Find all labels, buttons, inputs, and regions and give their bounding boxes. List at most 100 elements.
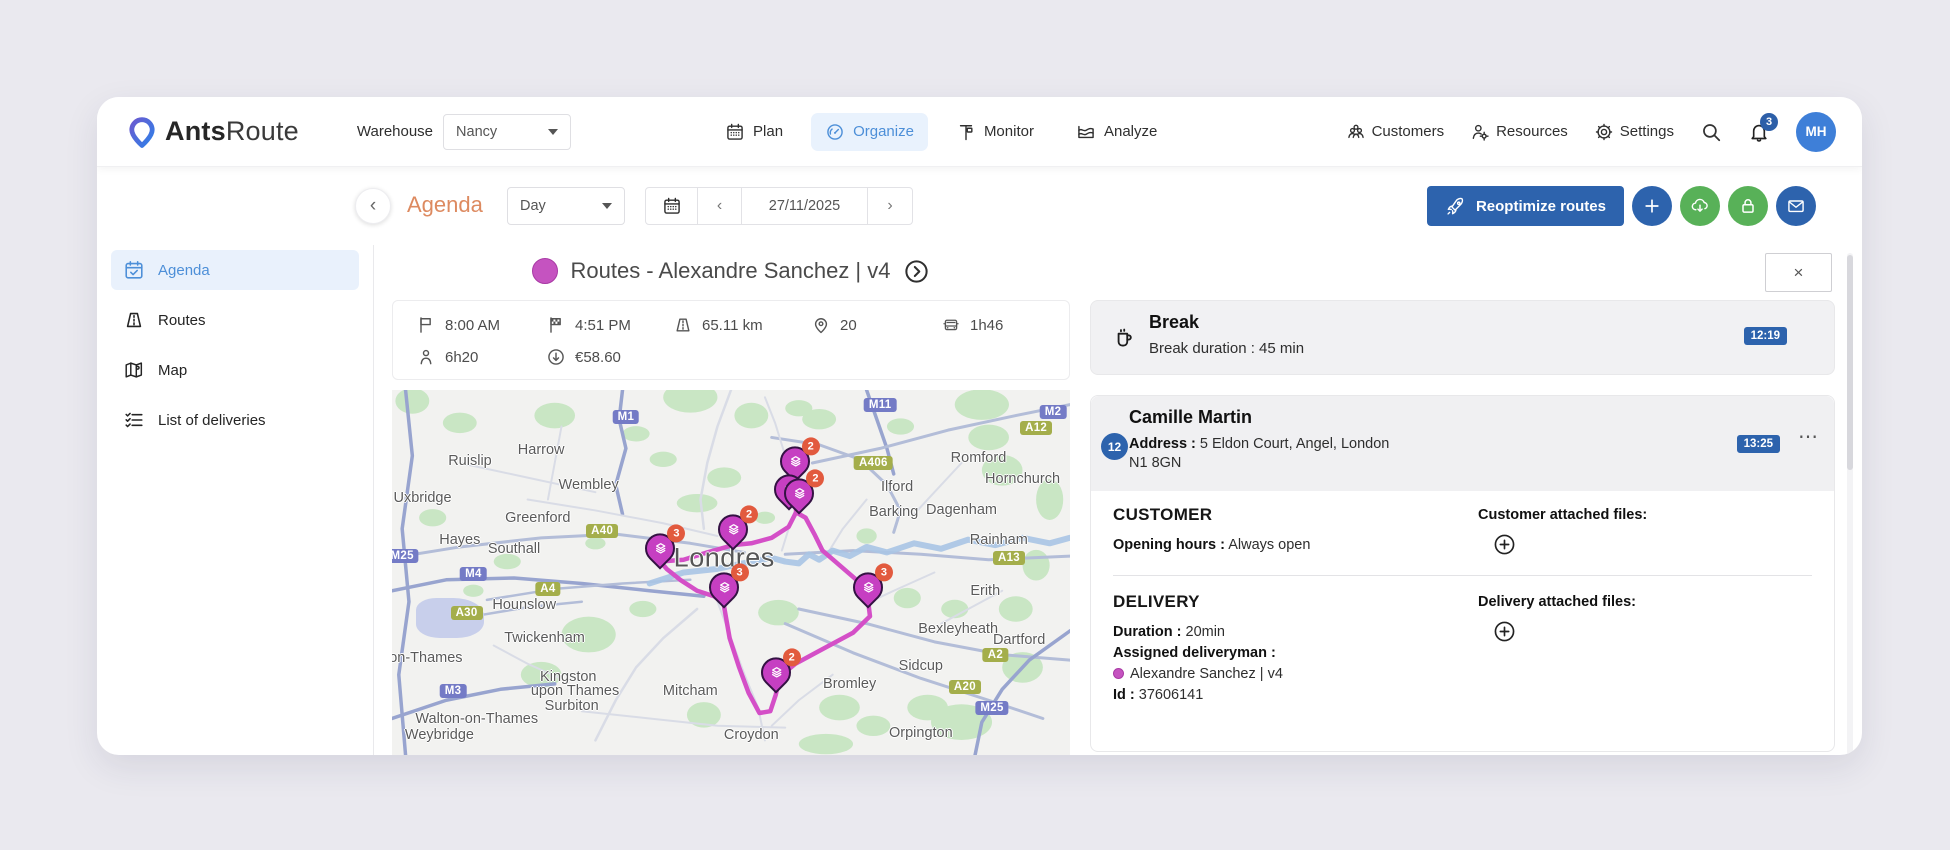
stop-card-header[interactable]: 12 Camille Martin Address : 5 Eldon Cour…	[1091, 396, 1834, 491]
navlink-settings[interactable]: Settings	[1594, 122, 1674, 142]
map-pin-3[interactable]: 2	[778, 468, 825, 515]
sidebar-divider	[373, 167, 374, 755]
stat-value: 1h46	[970, 316, 1004, 334]
person-icon	[416, 347, 436, 367]
map-label-barking: Barking	[869, 504, 919, 521]
road-icon	[673, 315, 693, 335]
sidebar-item-routes[interactable]: Routes	[111, 300, 359, 340]
route-color-dot	[1113, 668, 1124, 679]
chevron-down-icon	[548, 128, 559, 135]
next-day-button[interactable]: ›	[868, 188, 912, 224]
road-icon	[123, 309, 145, 331]
customer-heading: CUSTOMER	[1113, 505, 1213, 524]
sidebar-item-label: Agenda	[158, 261, 210, 279]
sidebar-item-label: Map	[158, 361, 188, 379]
map-label-erith: Erith	[970, 582, 1001, 599]
sidebar-item-map[interactable]: Map	[111, 350, 359, 390]
add-file-icon[interactable]	[1492, 619, 1517, 644]
prev-day-button[interactable]: ‹	[698, 188, 742, 224]
tab-monitor[interactable]: Monitor	[942, 113, 1048, 151]
calendar-picker-button[interactable]	[646, 188, 698, 224]
section-divider	[1113, 575, 1812, 576]
current-date[interactable]: 27/11/2025	[742, 188, 868, 224]
tab-label: Analyze	[1103, 123, 1158, 140]
tab-plan[interactable]: Plan	[711, 113, 797, 151]
map-icon	[123, 359, 145, 381]
chevron-down-icon	[602, 203, 612, 209]
brand-logo[interactable]: AntsRoute	[125, 115, 299, 149]
warehouse-value: Nancy	[456, 123, 498, 140]
view-select[interactable]: Day	[507, 187, 625, 225]
map-pin-6[interactable]: 3	[702, 563, 749, 610]
stat-value: 20	[840, 316, 857, 334]
road-shield-a2: A2	[982, 647, 1009, 662]
break-title: Break	[1149, 312, 1200, 332]
send-mail-button[interactable]	[1776, 186, 1816, 226]
map-label-wembley: Wembley	[558, 476, 619, 493]
break-card[interactable]: Break Break duration : 45 min 12:19	[1090, 300, 1835, 375]
signpost-icon	[956, 122, 976, 142]
map-canvas[interactable]: M1 M25 M4 M3 M11 M2 M25 A40 A4 A30 A12 A406 A13 A2 A20…	[392, 390, 1070, 755]
brand-name: AntsRoute	[165, 116, 299, 146]
nav-links: Customers Resources Settings 3 MH	[1346, 111, 1836, 152]
delivery-section: DELIVERY Duration : 20min Assigned deliv…	[1113, 592, 1812, 703]
person-gear-icon	[1470, 122, 1490, 142]
avatar[interactable]: MH	[1796, 111, 1836, 152]
road-shield-a20: A20	[948, 680, 981, 695]
close-panel-button[interactable]: ×	[1765, 253, 1832, 292]
add-button[interactable]	[1632, 186, 1672, 226]
lock-routes-button[interactable]	[1728, 186, 1768, 226]
nav-tabs: Plan Organize Monitor Analyze	[711, 112, 1171, 151]
map-pin-7[interactable]: 3	[846, 563, 893, 610]
collapse-sidebar-button[interactable]: ‹	[355, 188, 391, 224]
gear-icon	[1594, 122, 1614, 142]
next-route-button[interactable]	[903, 258, 930, 285]
map-pin-4[interactable]: 3	[639, 524, 686, 570]
map-pin-8[interactable]: 2	[754, 648, 801, 694]
map-label-ruislip: Ruislip	[448, 453, 492, 470]
map-label-kingston: Kingston	[540, 668, 597, 685]
route-header: Routes - Alexandre Sanchez | v4	[392, 250, 1070, 292]
more-options-button[interactable]: ⋯	[1798, 424, 1819, 449]
desktop: { "topbar": { "brand": { "bold": "Ants",…	[0, 0, 1950, 850]
view-value: Day	[520, 198, 546, 214]
reoptimize-routes-button[interactable]: Reoptimize routes	[1426, 186, 1624, 226]
sidebar-item-label: List of deliveries	[158, 411, 266, 429]
assigned-deliveryman-value: Alexandre Sanchez | v4	[1113, 666, 1812, 682]
delivery-duration-row: Duration : 20min	[1113, 624, 1225, 640]
pin-icon	[811, 315, 831, 335]
route-stats-card: 8:00 AM 4:51 PM 65.11 km 20 1h46 6h20 €58.60	[392, 300, 1070, 380]
search-button[interactable]	[1700, 121, 1722, 143]
export-button[interactable]	[1680, 186, 1720, 226]
notifications-button[interactable]: 3	[1748, 112, 1778, 143]
navlink-label: Customers	[1371, 123, 1445, 140]
flag-check-icon	[546, 315, 566, 335]
customer-name: Camille Martin	[1129, 407, 1253, 427]
pin-count-badge: 3	[667, 524, 686, 543]
map-label-surbiton: Surbiton	[544, 697, 599, 714]
map-label-upon-thames: upon Thames	[530, 683, 620, 700]
road-shield-a13: A13	[992, 550, 1025, 565]
pin-count-badge: 3	[730, 563, 749, 582]
warehouse-select[interactable]: Nancy	[443, 113, 572, 150]
sidebar-item-list-of-deliveries[interactable]: List of deliveries	[111, 400, 359, 440]
map-pin-5[interactable]: 2	[711, 505, 759, 552]
map-label-uxbridge: Uxbridge	[393, 489, 452, 506]
navlink-customers[interactable]: Customers	[1346, 122, 1445, 142]
panel-scrollbar-thumb[interactable]	[1847, 255, 1853, 470]
map-label-croydon: Croydon	[723, 726, 779, 743]
road-shield-m25: M25	[975, 700, 1009, 715]
tab-organize[interactable]: Organize	[811, 112, 928, 151]
sidebar-item-agenda[interactable]: Agenda	[111, 250, 359, 290]
stat-value: 4:51 PM	[575, 316, 631, 334]
break-time-badge: 12:19	[1743, 327, 1787, 345]
layers-icon	[792, 485, 807, 500]
map-pin-1[interactable]: 2	[773, 437, 820, 483]
tab-analyze[interactable]: Analyze	[1062, 113, 1171, 151]
stat-down-circle: €58.60	[546, 346, 621, 368]
map-label-harrow: Harrow	[517, 442, 565, 459]
map-label-greenford: Greenford	[505, 509, 571, 526]
navlink-resources[interactable]: Resources	[1470, 122, 1568, 142]
delivery-id-row: Id : 37606141	[1113, 687, 1204, 703]
add-file-icon[interactable]	[1492, 532, 1517, 557]
